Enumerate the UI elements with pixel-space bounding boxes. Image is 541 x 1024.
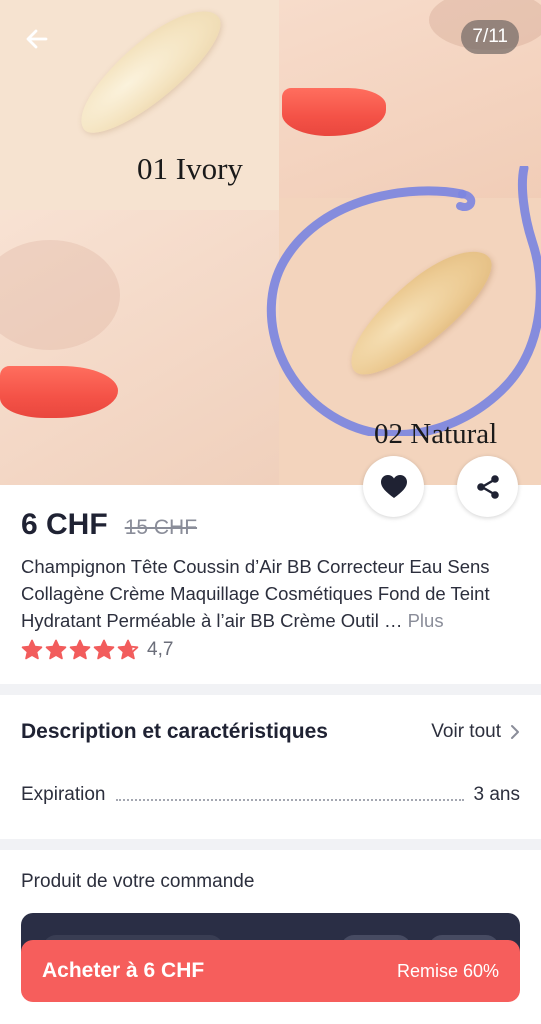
ivory-cream-swatch (62, 0, 237, 148)
share-button[interactable] (457, 456, 518, 517)
rating-stars (21, 639, 139, 661)
description-header: Description et caractéristiques Voir tou… (21, 720, 521, 744)
shade-label-ivory: 01 Ivory (137, 151, 243, 186)
favorite-button[interactable] (363, 456, 424, 517)
rating-value: 4,7 (147, 639, 174, 660)
share-icon (476, 474, 499, 499)
dotted-leader (115, 799, 464, 801)
more-link[interactable]: Plus (408, 610, 444, 631)
see-all-label: Voir tout (431, 721, 501, 742)
product-title: Champignon Tête Coussin d’Air BB Correct… (21, 553, 526, 634)
image-counter: 7/11 (461, 20, 519, 54)
price-row: 6 CHF 15 CHF (21, 508, 197, 542)
star-icon (117, 639, 139, 660)
chevron-right-icon (511, 725, 519, 739)
highlight-marker-circle (266, 166, 541, 436)
rating[interactable]: 4,7 (21, 639, 173, 661)
back-button[interactable] (20, 22, 54, 56)
star-icon (69, 639, 91, 660)
product-image-gallery[interactable]: 01 Ivory 02 Natural 7/11 (0, 0, 541, 485)
spec-value: 3 ans (473, 784, 520, 805)
face-photo-bottom (0, 210, 279, 485)
buy-button-label: Acheter à 6 CHF (42, 959, 205, 982)
current-price: 6 CHF (21, 508, 108, 541)
star-icon (21, 639, 43, 660)
order-section-title: Produit de votre commande (21, 871, 255, 892)
heart-icon (380, 474, 407, 498)
shade-label-natural: 02 Natural (374, 418, 498, 450)
back-arrow-icon (26, 29, 48, 49)
description-title: Description et caractéristiques (21, 720, 328, 743)
spec-label: Expiration (21, 784, 106, 805)
section-divider (0, 684, 541, 695)
original-price: 15 CHF (124, 516, 198, 539)
buy-button[interactable]: Acheter à 6 CHF Remise 60% (21, 940, 520, 1002)
star-icon (93, 639, 115, 660)
section-divider (0, 839, 541, 850)
star-icon (45, 639, 67, 660)
spec-row-expiration: Expiration 3 ans (21, 784, 520, 806)
see-all-button[interactable]: Voir tout (431, 721, 521, 743)
discount-label: Remise 60% (396, 960, 499, 981)
